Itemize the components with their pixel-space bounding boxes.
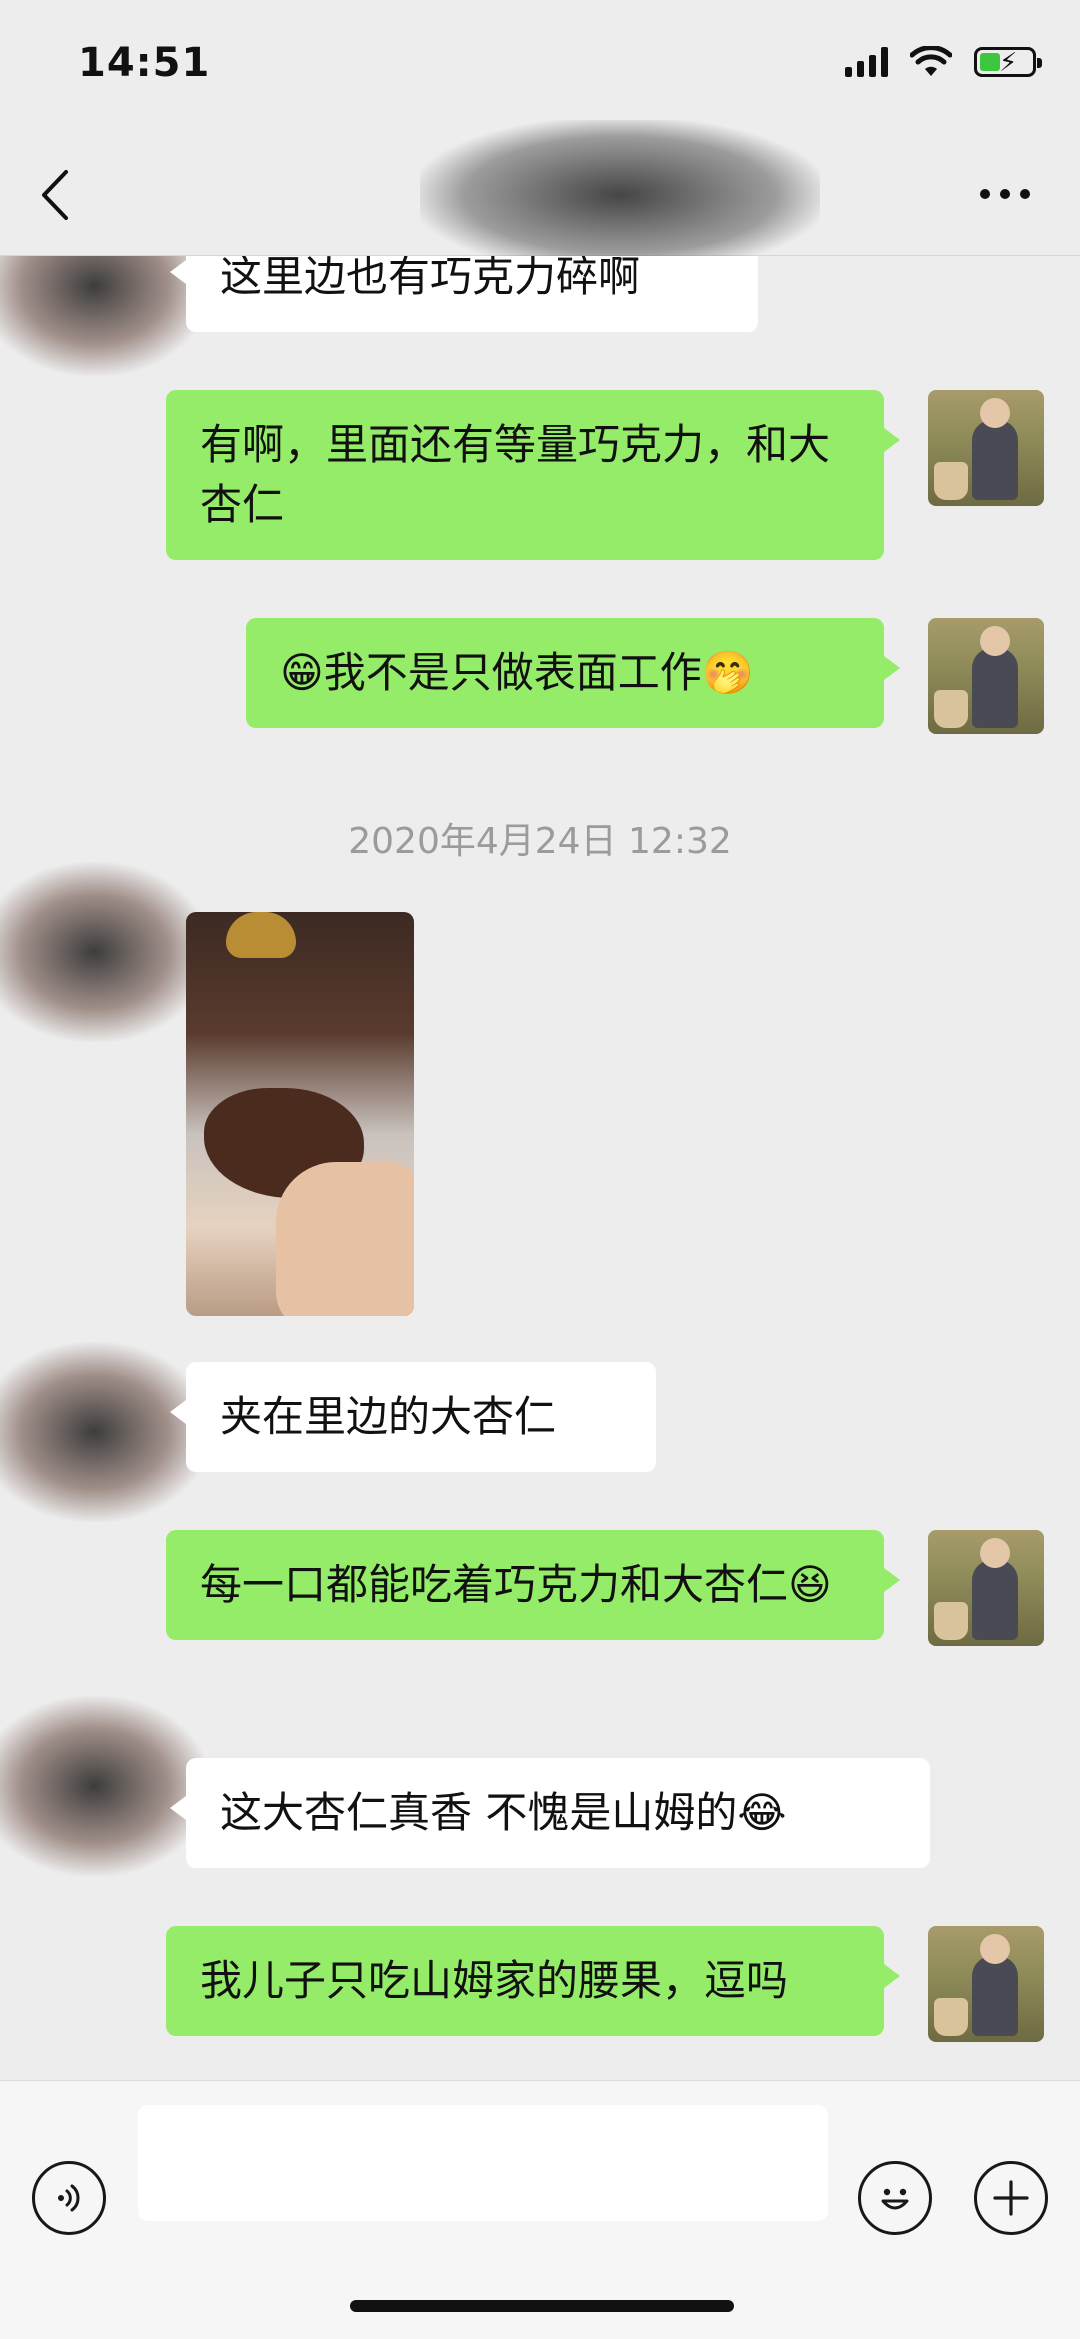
voice-button[interactable] xyxy=(32,2161,106,2235)
contact-avatar[interactable] xyxy=(0,1342,210,1522)
chat-header xyxy=(0,120,1080,270)
message-bubble-incoming[interactable]: 这里边也有巧克力碎啊 xyxy=(170,256,758,332)
laughing-emoji: 😆 xyxy=(788,1560,832,1609)
wifi-icon xyxy=(910,46,952,76)
my-avatar[interactable] xyxy=(928,1926,1044,2042)
message-bubble-outgoing[interactable]: 有啊，里面还有等量巧克力，和大杏仁 xyxy=(166,390,900,560)
message-list[interactable]: 这里边也有巧克力碎啊 有啊，里面还有等量巧克力，和大杏仁 😁我不是只做表面工作🤭… xyxy=(0,256,1080,2080)
my-avatar[interactable] xyxy=(928,390,1044,506)
message-timestamp: 2020年4月24日 12:32 xyxy=(348,821,732,862)
back-icon xyxy=(42,170,68,220)
status-bar: 14:51 ⚡ xyxy=(0,0,1080,130)
contact-avatar[interactable] xyxy=(0,862,210,1042)
contact-avatar[interactable] xyxy=(0,1696,210,1876)
message-bubble-outgoing[interactable]: 每一口都能吃着巧克力和大杏仁😆 xyxy=(166,1530,900,1640)
my-avatar[interactable] xyxy=(928,618,1044,734)
more-icon xyxy=(980,189,990,199)
my-avatar[interactable] xyxy=(928,1530,1044,1646)
plus-button[interactable] xyxy=(974,2161,1048,2235)
plus-icon xyxy=(993,2180,1029,2216)
status-time: 14:51 xyxy=(78,40,211,86)
voice-icon xyxy=(58,2184,80,2212)
chat-title-redacted xyxy=(420,120,820,270)
message-bubble-outgoing[interactable]: 😁我不是只做表面工作🤭 xyxy=(246,618,900,728)
emoji-button[interactable] xyxy=(858,2161,932,2235)
hand-over-mouth-emoji: 🤭 xyxy=(701,648,755,697)
status-icons: ⚡ xyxy=(845,46,1042,78)
message-input[interactable] xyxy=(138,2105,828,2221)
home-indicator[interactable] xyxy=(350,2300,734,2312)
signal-icon xyxy=(845,47,888,77)
grin-emoji: 😁 xyxy=(280,648,324,697)
message-bubble-outgoing[interactable]: 我儿子只吃山姆家的腰果，逗吗 xyxy=(166,1926,900,2036)
message-bubble-incoming[interactable]: 这大杏仁真香 不愧是山姆的😂 xyxy=(170,1758,930,1868)
back-button[interactable] xyxy=(40,160,100,230)
message-bubble-incoming[interactable]: 夹在里边的大杏仁 xyxy=(170,1362,656,1472)
message-image[interactable] xyxy=(186,912,414,1316)
more-button[interactable] xyxy=(970,166,1040,222)
battery-icon: ⚡ xyxy=(974,47,1042,78)
emoji-icon xyxy=(881,2188,909,2210)
tears-of-joy-emoji: 😂 xyxy=(737,1788,787,1837)
